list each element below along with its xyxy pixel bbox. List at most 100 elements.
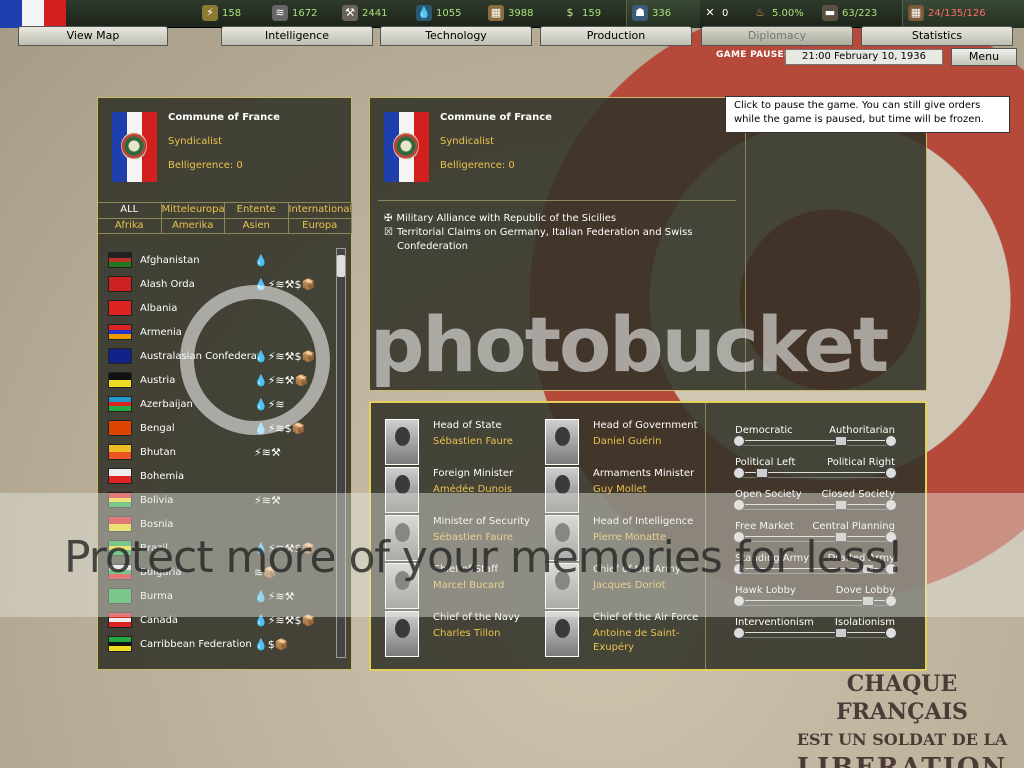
minister-portrait [545, 611, 579, 657]
slider-track [733, 435, 897, 447]
money-icon: $ [566, 6, 574, 19]
torch-icon: ♨ [755, 6, 765, 19]
scrollbar-thumb[interactable] [337, 255, 345, 277]
player-flag[interactable] [0, 0, 66, 28]
selected-country-belligerence: Belligerence: 0 [440, 160, 515, 171]
country-row[interactable]: Afghanistan 💧 [108, 248, 334, 272]
main-tabs: View Map Intelligence Technology Product… [0, 26, 1024, 46]
metal-icon: ≋ [272, 5, 288, 21]
watermark-slogan: Protect more of your memories for less! [64, 532, 904, 583]
france-flag [384, 112, 429, 182]
resource-bar: ⚡ 158 ≋ 1672 ⚒ 2441 💧 1055 ▦ 3988 $159 ☗ 336 ✕… [0, 0, 1024, 28]
minister-portrait [545, 419, 579, 465]
slider-track [733, 467, 897, 479]
dissent-stat: ♨ 5.00% [752, 5, 804, 21]
country-flag [108, 300, 132, 316]
manpower-icon: ☗ [632, 5, 648, 21]
policy-slider: Interventionism Isolationism [733, 617, 897, 647]
resource-icons: 💧$📦 [254, 637, 289, 651]
minister-portrait [385, 611, 419, 657]
country-flag [108, 252, 132, 268]
filter-mitteleuropa[interactable]: Mitteleuropa [162, 203, 225, 218]
minister-portrait [385, 419, 419, 465]
country-flag [108, 324, 132, 340]
slider-track [733, 627, 897, 639]
country-flag [108, 636, 132, 652]
tab-view-map[interactable]: View Map [18, 26, 168, 46]
energy-resource: ⚡ 158 [202, 5, 241, 21]
relation-item: ☒ Territorial Claims on Germany, Italian … [384, 227, 693, 252]
slider-right-end [885, 467, 897, 479]
claims-icon: ☒ [384, 227, 393, 238]
country-flag [108, 348, 132, 364]
country-name: Commune of France [168, 112, 280, 123]
filter-afrika[interactable]: Afrika [98, 219, 162, 233]
filter-europa[interactable]: Europa [289, 219, 352, 233]
country-row[interactable]: Carribbean Federation 💧$📦 [108, 632, 334, 656]
country-flag [108, 372, 132, 388]
country-flag [108, 444, 132, 460]
convoys-stat: ▦ 24/135/126 [908, 5, 986, 21]
supplies-icon: ▦ [488, 5, 504, 21]
watermark-brand: photobucket [370, 300, 889, 389]
game-date[interactable]: 21:00 February 10, 1936 [785, 49, 943, 65]
selected-country-name: Commune of France [440, 112, 552, 123]
country-row[interactable]: Bhutan ⚡≋⚒ [108, 440, 334, 464]
slider-left-end [733, 627, 745, 639]
country-flag [108, 276, 132, 292]
tab-diplomacy[interactable]: Diplomacy [701, 26, 853, 46]
oil-resource: 💧 1055 [416, 5, 462, 21]
country-flag [108, 468, 132, 484]
rare-materials-icon: ⚒ [342, 5, 358, 21]
slider-knob[interactable] [756, 468, 769, 478]
slider-right-end [885, 627, 897, 639]
faction-filters: ALL Mitteleuropa Entente Internationale … [98, 202, 352, 234]
slider-knob[interactable] [835, 628, 848, 638]
oil-icon: 💧 [416, 5, 432, 21]
pause-indicator[interactable]: GAME PAUSED [716, 50, 792, 60]
relation-item: ✠ Military Alliance with Republic of the … [384, 213, 617, 224]
transport-icon: ▬ [822, 5, 838, 21]
country-row[interactable]: Bohemia [108, 464, 334, 488]
country-flag [108, 420, 132, 436]
energy-icon: ⚡ [202, 5, 218, 21]
policy-slider: Political Left Political Right [733, 457, 897, 487]
convoy-icon: ▦ [908, 5, 924, 21]
crossed-swords-icon: ✕ [705, 6, 715, 19]
photobucket-logo [180, 285, 330, 435]
slider-left-end [733, 435, 745, 447]
commune-emblem [121, 132, 147, 160]
country-flag [108, 396, 132, 412]
filter-entente[interactable]: Entente [225, 203, 289, 218]
commune-emblem [393, 132, 419, 160]
france-flag [112, 112, 157, 182]
policy-slider: Democratic Authoritarian [733, 425, 897, 455]
menu-button[interactable]: Menu [951, 48, 1017, 66]
selected-country-ideology: Syndicalist [440, 136, 495, 147]
diplomacy-points-stat: ✕ 0 [702, 5, 728, 21]
filter-amerika[interactable]: Amerika [162, 219, 225, 233]
filter-asien[interactable]: Asien [225, 219, 289, 233]
metal-resource: ≋ 1672 [272, 5, 317, 21]
resource-icons: 💧 [254, 253, 268, 267]
transports-stat: ▬ 63/223 [822, 5, 877, 21]
minister-head-of-state[interactable]: Head of State Sébastien Faure [381, 415, 545, 465]
slider-knob[interactable] [835, 436, 848, 446]
slider-left-end [733, 467, 745, 479]
minister-head-of-government[interactable]: Head of Government Daniel Guérin [541, 415, 705, 465]
supplies-resource: ▦ 3988 [488, 5, 533, 21]
country-ideology: Syndicalist [168, 136, 223, 147]
alliance-icon: ✠ [384, 213, 393, 224]
relations-list: ✠ Military Alliance with Republic of the … [384, 212, 714, 254]
tab-intelligence[interactable]: Intelligence [221, 26, 373, 46]
slider-right-end [885, 435, 897, 447]
resource-icons: ⚡≋⚒ [254, 445, 281, 459]
filter-internationale[interactable]: Internationale [289, 203, 352, 218]
tab-production[interactable]: Production [540, 26, 692, 46]
pause-tooltip: Click to pause the game. You can still g… [725, 96, 1010, 133]
background-poster: CHAQUE FRANÇAIS EST UN SOLDAT DE LA LIBE… [796, 671, 1008, 768]
filter-all[interactable]: ALL [98, 203, 162, 218]
country-belligerence: Belligerence: 0 [168, 160, 243, 171]
tab-statistics[interactable]: Statistics [861, 26, 1013, 46]
tab-technology[interactable]: Technology [380, 26, 532, 46]
